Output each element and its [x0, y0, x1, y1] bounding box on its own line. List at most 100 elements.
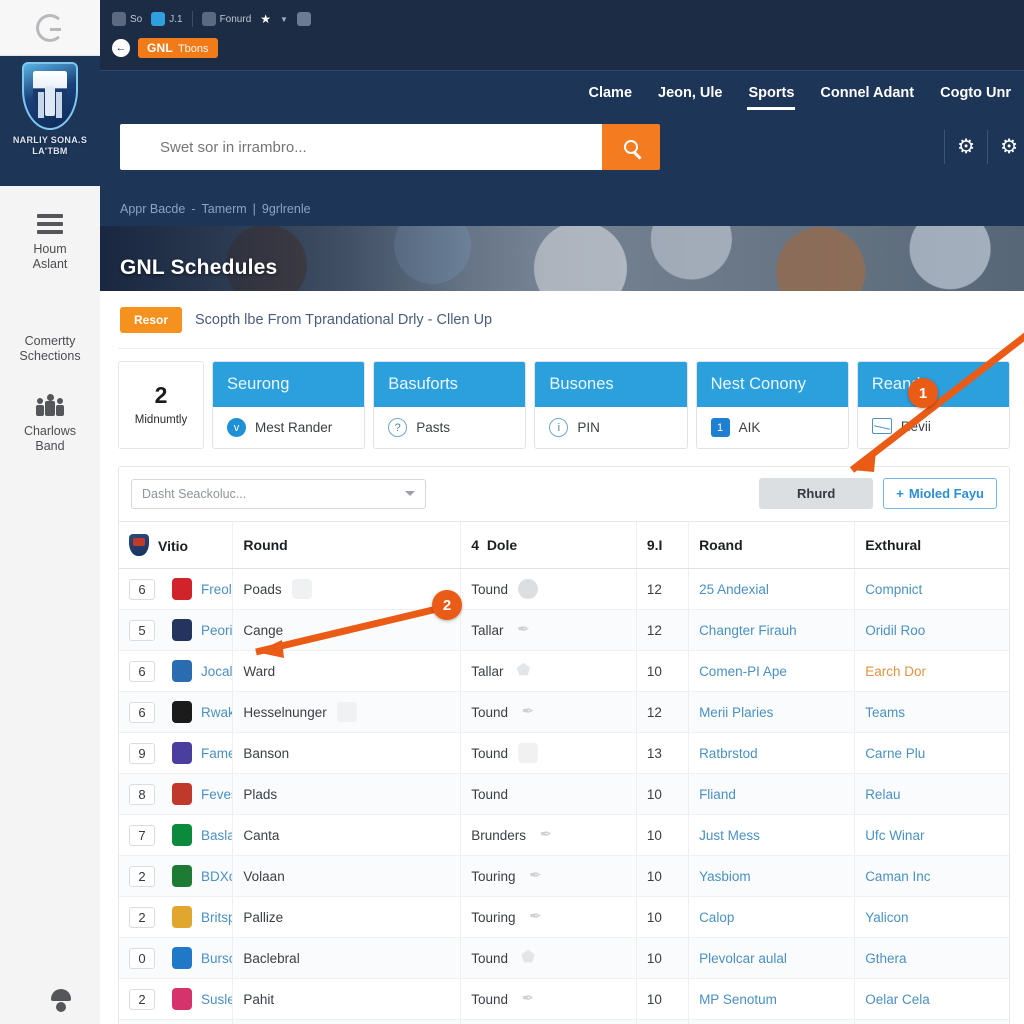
exthural-link[interactable]: Teams [865, 705, 905, 720]
sidebar-item-charlows-band[interactable]: Charlows Band [0, 380, 100, 470]
roand-link[interactable]: Comen-PI Ape [699, 664, 787, 679]
exthural-link[interactable]: Yalicon [865, 910, 908, 925]
breadcrumb-item-1[interactable]: Appr Bacde [120, 202, 185, 216]
star-icon[interactable]: ★ [260, 12, 271, 26]
sidebar-item-comertty-schections[interactable]: Comertty Schections [0, 288, 100, 380]
back-arrow-icon[interactable]: ← [112, 39, 130, 57]
team-link[interactable]: Baslag [201, 828, 233, 843]
browser-logo-icon[interactable] [0, 0, 100, 56]
exthural-link[interactable]: Ufc Winar [865, 828, 924, 843]
col-dole[interactable]: 4 Dole [460, 521, 637, 569]
browser-tab[interactable]: So [112, 12, 142, 26]
exthural-link[interactable]: Relau [865, 787, 900, 802]
table-row[interactable]: 2 Suslessiner Pahit Tound ✒ 10 MP Senotum Oelar… [119, 978, 1009, 1020]
extension-icon[interactable] [296, 12, 311, 26]
team-link[interactable]: Feveshow [201, 787, 233, 802]
table-row[interactable]: 2 BDXodedbev Volaan Touring ✒ 10 Yasbiom Caman … [119, 855, 1009, 897]
team-link[interactable]: Suslessiner [201, 992, 233, 1007]
dole-value: Tallar [471, 622, 504, 638]
chevron-down-icon[interactable]: ▼ [280, 15, 288, 24]
team-link[interactable]: Burson [201, 951, 233, 966]
summary-card-seurong[interactable]: Seurong v Mest Rander [212, 361, 366, 449]
search-input[interactable] [120, 124, 602, 170]
browser-tab[interactable]: J.1 [151, 12, 183, 26]
round-value: Poads [243, 581, 282, 597]
exthural-link[interactable]: Gthera [865, 951, 906, 966]
card-title: Seurong [213, 362, 365, 407]
summary-card-nest-conony[interactable]: Nest Conony 1 AIK [695, 361, 849, 449]
cell-round: Pallize [232, 896, 461, 938]
mail-icon [871, 418, 892, 434]
col-vitio[interactable]: Vitio [119, 521, 233, 569]
table-row[interactable]: 6 Jocal Ward Tallar ⬟ 10 Comen-PI Ape Earch Dor [119, 650, 1009, 692]
cell-vitio: 0 Burson [119, 937, 233, 979]
browser-tab[interactable]: Fonurd [201, 12, 251, 26]
exthural-link[interactable]: Carne Plu [865, 746, 925, 761]
table-row[interactable]: 6 Rwakron Hesselnunger Tound ✒ 12 Merii Plarie… [119, 691, 1009, 733]
roand-link[interactable]: Merii Plaries [699, 705, 773, 720]
notice-badge[interactable]: Resor [120, 307, 183, 333]
exthural-link[interactable]: Oridil Roo [865, 623, 925, 638]
card-label: AIK [738, 420, 761, 435]
exthural-link[interactable]: Caman Inc [865, 869, 930, 884]
sidebar-logo[interactable]: NARLIY SONA.S LA'TBM [0, 56, 100, 186]
tab-sports[interactable]: Sports [735, 85, 807, 110]
tab-jeon-ule[interactable]: Jeon, Ule [645, 85, 735, 110]
team-link[interactable]: Jocal [201, 664, 233, 679]
tab-clame[interactable]: Clame [575, 85, 645, 110]
table-row[interactable]: 6 Freolam Poads Tound 12 25 Andexial Compnict [119, 568, 1009, 610]
sidebar-item-houm-aslant[interactable]: Houm Aslant [0, 200, 100, 288]
table-row[interactable]: 9 Fame Banson Tound 13 Ratbrstod Carne Plu [119, 732, 1009, 774]
roand-link[interactable]: MP Senotum [699, 992, 777, 1007]
team-link[interactable]: Britsparl [201, 910, 233, 925]
roand-link[interactable]: Fliand [699, 787, 736, 802]
filter-select[interactable]: Dasht Seackoluc... [131, 478, 426, 509]
tab-connel-adant[interactable]: Connel Adant [807, 85, 927, 110]
breadcrumb-item-3[interactable]: 9grlrenle [262, 202, 311, 216]
plus-icon: + [896, 486, 904, 501]
team-link[interactable]: BDXodedbev [201, 869, 233, 884]
table-row[interactable]: 8 Feveshow Plads Tound 10 Fliand Relau [119, 773, 1009, 815]
gear-icon[interactable]: ⚙ [957, 137, 975, 157]
exthural-link[interactable]: Compnict [865, 582, 922, 597]
search-button[interactable] [602, 124, 660, 170]
team-link[interactable]: Rwakron [201, 705, 233, 720]
summary-card-left[interactable]: 2 Midnumtly [118, 361, 204, 449]
col-n2[interactable]: 9.I [635, 521, 689, 569]
cell-dole: Tallar ✒ [460, 609, 637, 651]
roand-link[interactable]: Plevolcar aulal [699, 951, 787, 966]
summary-card-basuforts[interactable]: Basuforts ? Pasts [373, 361, 527, 449]
col-round[interactable]: Round [232, 521, 461, 569]
table-row[interactable]: 7 Baslag Canta Brunders ✒ 10 Just Mess Ufc Wina… [119, 814, 1009, 856]
col-roand[interactable]: Roand [688, 521, 855, 569]
breadcrumb-separator: - [191, 202, 196, 216]
gear-icon[interactable]: ⚙ [1000, 137, 1018, 157]
team-link[interactable]: Freolam [201, 582, 233, 597]
url-pill[interactable]: GNL Tbons [138, 38, 218, 58]
table-row[interactable]: 0 Burson Baclebral Tound ⬟ 10 Plevolcar aulal G… [119, 937, 1009, 979]
exthural-link[interactable]: Earch Dor [865, 664, 926, 679]
team-link[interactable]: Peoriet [201, 623, 233, 638]
roand-link[interactable]: 25 Andexial [699, 582, 769, 597]
rhurd-button[interactable]: Rhurd [759, 478, 874, 509]
team-link[interactable]: Fame [201, 746, 233, 761]
summary-card-busones[interactable]: Busones i PIN [534, 361, 688, 449]
mioled-fayu-button[interactable]: + Mioled Fayu [883, 478, 997, 509]
table-row[interactable]: 2 Britsparl Pallize Touring ✒ 10 Calop Yalicon [119, 896, 1009, 938]
summary-card-reand[interactable]: Reand. Revii [856, 361, 1011, 449]
roand-link[interactable]: Yasbiom [699, 869, 751, 884]
cell-roand: Yasbiom [688, 855, 855, 897]
exthural-link[interactable]: Oelar Cela [865, 992, 930, 1007]
roand-link[interactable]: Calop [699, 910, 734, 925]
tab-cogto-unr[interactable]: Cogto Unr [927, 85, 1024, 110]
card-title: Nest Conony [696, 362, 848, 407]
roand-link[interactable]: Ratbrstod [699, 746, 758, 761]
col-exthural[interactable]: Exthural [854, 521, 1009, 569]
card-title: Reand. [857, 362, 1010, 407]
roand-link[interactable]: Just Mess [699, 828, 760, 843]
table-row[interactable]: 2BaquailSentaTound⬟12Weori JallsTalkos M… [119, 1019, 1009, 1024]
roand-link[interactable]: Changter Firauh [699, 623, 797, 638]
col-vitio-label: Vitio [158, 538, 189, 554]
breadcrumb-item-2[interactable]: Tamerm [202, 202, 247, 216]
table-row[interactable]: 5 Peoriet Cange Tallar ✒ 12 Changter Firauh Ori… [119, 609, 1009, 651]
